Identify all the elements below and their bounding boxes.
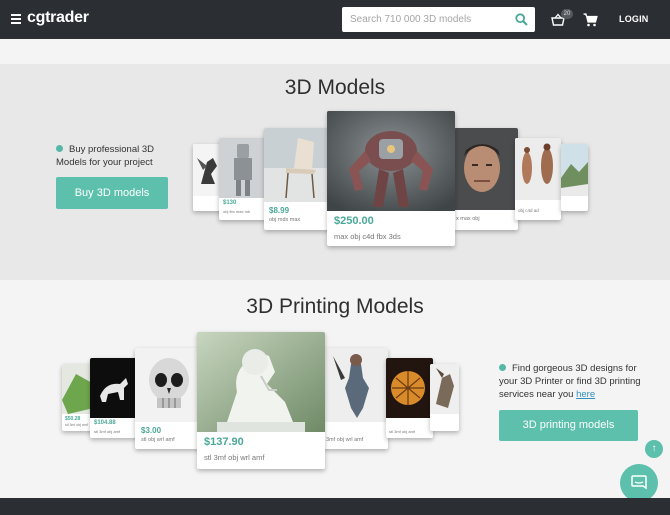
- models-description: Buy professional 3D Models for your proj…: [56, 144, 155, 168]
- horse-thumbnail: [90, 358, 137, 418]
- search-icon[interactable]: [515, 13, 528, 26]
- print-card-sphere[interactable]: stl 3mf obj amf: [386, 358, 433, 438]
- services-here-link[interactable]: here: [576, 389, 595, 400]
- print-card-warrior[interactable]: 3mf obj wrl amf: [323, 348, 388, 449]
- chat-widget-button[interactable]: [620, 464, 658, 502]
- model-card-landscape[interactable]: [561, 144, 588, 211]
- chat-icon: [631, 475, 647, 490]
- model-card-robot[interactable]: $130 obj fbx max mb: [219, 138, 266, 220]
- menu-icon[interactable]: [11, 14, 21, 24]
- model-card-mech[interactable]: $250.00 max obj c4d fbx 3ds: [327, 111, 455, 246]
- face-thumbnail: [454, 128, 518, 210]
- print-card-horse[interactable]: $104.88 stl 3mf obj amf: [90, 358, 137, 438]
- notification-badge: 20: [561, 9, 573, 19]
- model-card-figures[interactable]: obj c4d ad: [515, 138, 561, 220]
- print-card-creature[interactable]: [430, 364, 459, 431]
- printing-title: 3D Printing Models: [246, 295, 424, 318]
- scroll-to-top-button[interactable]: ↑: [645, 440, 663, 458]
- search-input[interactable]: [342, 7, 507, 32]
- landscape-thumbnail: [561, 144, 588, 196]
- chair-thumbnail: [264, 128, 330, 202]
- mech-robot-thumbnail: [327, 111, 455, 211]
- figures-thumbnail: [515, 138, 561, 200]
- print-card-skull[interactable]: $3.00 stl obj wrl amf: [135, 348, 200, 449]
- bullet-dot: [499, 364, 506, 371]
- robot-thumbnail: [219, 138, 266, 198]
- buy-3d-models-button[interactable]: Buy 3D models: [56, 177, 168, 209]
- 3d-printing-models-button[interactable]: 3D printing models: [499, 410, 638, 441]
- sphere-thumbnail: [386, 358, 433, 418]
- top-navbar: cgtrader 20 LOGIN: [0, 0, 670, 39]
- search-box: [342, 7, 535, 32]
- print-card-lion[interactable]: $137.90 stl 3mf obj wrl amf: [197, 332, 325, 469]
- lion-statue-thumbnail: [197, 332, 325, 432]
- login-link[interactable]: LOGIN: [619, 14, 649, 24]
- cgtrader-logo[interactable]: cgtrader: [27, 9, 89, 27]
- cart-icon[interactable]: [583, 13, 598, 27]
- warrior-thumbnail: [323, 348, 388, 422]
- spacer-band: [0, 39, 670, 64]
- footer-bar: [0, 498, 670, 515]
- bullet-dot: [56, 145, 63, 152]
- skull-thumbnail: [135, 348, 200, 422]
- creature-thumbnail: [430, 364, 459, 414]
- models-title: 3D Models: [284, 76, 386, 99]
- printing-description: Find gorgeous 3D designs for your 3D Pri…: [499, 363, 641, 400]
- model-card-chair[interactable]: $8.99 obj mdx max: [264, 128, 330, 230]
- model-card-face[interactable]: x max obj: [454, 128, 518, 230]
